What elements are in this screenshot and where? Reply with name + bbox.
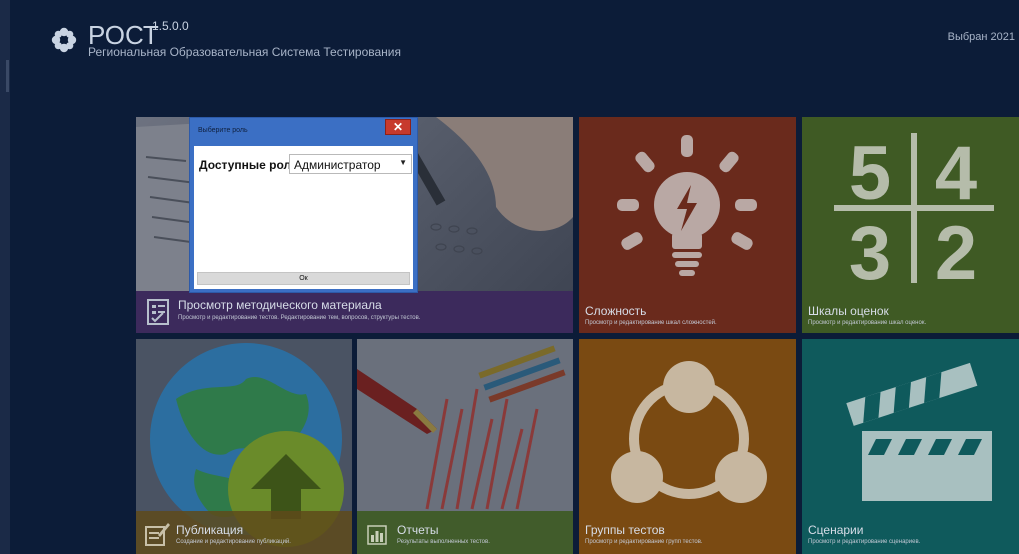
tile-test-groups-desc: Просмотр и редактирование групп тестов. [585, 539, 703, 545]
tile-reports[interactable]: Отчеты Результаты выполненных тестов. [357, 339, 573, 554]
role-select-value: Администратор [294, 158, 381, 172]
chevron-down-icon[interactable]: ▼ [399, 158, 407, 167]
tile-publication-desc: Создание и редактирование публикаций. [176, 539, 291, 545]
select-role-dialog: Выберите роль ✕ Доступные роли: Админист… [189, 117, 418, 293]
tile-reports-desc: Результаты выполненных тестов. [397, 539, 490, 545]
tile-method-title: Просмотр методического материала [178, 298, 382, 312]
tile-test-groups[interactable]: Группы тестов Просмотр и редактирование … [579, 339, 796, 554]
tile-scenarios-title: Сценарии [808, 523, 864, 537]
share-circles-icon [611, 361, 767, 503]
tile-scenarios[interactable]: Сценарии Просмотр и редактирование сцена… [802, 339, 1019, 554]
digit-2: 2 [935, 211, 977, 287]
tile-scenarios-desc: Просмотр и редактирование сценариев. [808, 539, 921, 545]
left-edge-strip [0, 0, 10, 554]
tile-method-desc: Просмотр и редактирование тестов. Редакт… [178, 315, 421, 321]
tile-publication-title: Публикация [176, 523, 244, 537]
tile-complexity-desc: Просмотр и редактирование шкал сложносте… [585, 320, 717, 326]
digit-4: 4 [935, 131, 977, 216]
tile-grade-scales[interactable]: 5 4 3 2 Шкалы оценок Просмотр и редактир… [802, 117, 1019, 333]
dialog-title: Выберите роль [198, 127, 248, 134]
role-select[interactable]: Администратор ▼ [289, 154, 412, 174]
selected-year[interactable]: Выбран 2021 [948, 31, 1015, 43]
document-checklist-icon [147, 299, 169, 325]
tile-grade-scales-title: Шкалы оценок [808, 304, 889, 318]
app-version: 1.5.0.0 [152, 19, 189, 33]
app-subtitle: Региональная Образовательная Система Тес… [88, 45, 402, 59]
grade-digits-icon: 5 4 3 2 [834, 131, 994, 287]
tile-complexity-title: Сложность [585, 304, 647, 318]
digit-5: 5 [849, 131, 891, 216]
close-button[interactable]: ✕ [385, 119, 411, 135]
tile-reports-title: Отчеты [397, 523, 439, 537]
dialog-titlebar[interactable]: Выберите роль ✕ [190, 118, 417, 144]
tile-complexity[interactable]: Сложность Просмотр и редактирование шкал… [579, 117, 796, 333]
clapperboard-icon [846, 362, 992, 501]
app-window: РОСТ 1.5.0.0 Региональная Образовательна… [0, 0, 1019, 554]
tile-publication[interactable]: Публикация Создание и редактирование пуб… [136, 339, 352, 554]
lightbulb-icon [617, 135, 757, 276]
ok-button[interactable]: Ок [197, 272, 410, 285]
tile-grade-scales-desc: Просмотр и редактирование шкал оценок. [808, 320, 927, 326]
digit-3: 3 [849, 211, 891, 287]
tile-method-footer: Просмотр методического материала Просмот… [136, 291, 573, 333]
tile-test-groups-title: Группы тестов [585, 523, 665, 537]
edit-document-icon [145, 523, 170, 546]
flower-logo-icon [51, 27, 77, 53]
charts-pen-image [357, 339, 573, 554]
bar-chart-icon [367, 525, 387, 545]
available-roles-label: Доступные роли: [199, 158, 303, 172]
dialog-body: Доступные роли: Администратор ▼ Ок [194, 146, 413, 289]
left-edge-marker [6, 60, 9, 92]
